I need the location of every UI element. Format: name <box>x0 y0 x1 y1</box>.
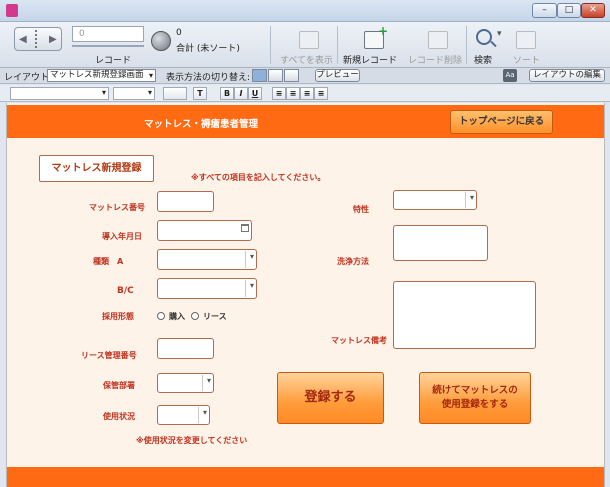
calendar-icon[interactable] <box>241 224 249 232</box>
footer-band <box>7 467 604 487</box>
header-band: マットレス・褥瘡患者管理 トップページに戻る <box>7 105 604 138</box>
italic-button[interactable]: I <box>234 87 248 100</box>
layout-label: レイアウト: <box>4 73 53 83</box>
search-icon[interactable] <box>476 29 492 45</box>
new-record-button[interactable]: 新規レコード <box>343 53 397 66</box>
font-select[interactable] <box>10 87 109 100</box>
sort-icon[interactable] <box>516 31 536 49</box>
intro-date-label: 導入年月日 <box>102 232 142 241</box>
required-notice: ※すべての項目を記入してください。 <box>191 173 326 182</box>
lease-radio[interactable] <box>191 312 199 320</box>
delete-record-icon[interactable] <box>428 31 448 49</box>
book-icon[interactable]: ◀ ▶ <box>14 27 62 51</box>
status-note: ※使用状況を変更してください <box>136 436 248 445</box>
register-button[interactable]: 登録する <box>277 372 384 424</box>
wash-label: 洗浄方法 <box>337 257 369 266</box>
show-all-icon[interactable] <box>299 31 319 49</box>
system-title: マットレス・褥瘡患者管理 <box>144 119 259 130</box>
purchase-option-label: 購入 <box>169 312 185 321</box>
text-tool-button[interactable]: T <box>193 87 207 100</box>
lease-option-label: リース <box>203 312 227 321</box>
purchase-radio[interactable] <box>157 312 165 320</box>
close-button[interactable]: ✕ <box>581 3 605 18</box>
view-form-button[interactable] <box>252 69 267 82</box>
type-a-dropdown[interactable] <box>157 249 257 270</box>
delete-record-button[interactable]: レコード削除 <box>408 53 462 66</box>
form-canvas: マットレス・褥瘡患者管理 トップページに戻る マットレス新規登録 ※すべての項目… <box>6 103 605 487</box>
total-count: 0 <box>176 28 182 38</box>
layout-bar: レイアウト: マットレス新規登録画面 表示方法の切り替え: プレビュー Aa レ… <box>0 68 610 84</box>
continue-button-line-2: 使用登録をする <box>441 399 509 410</box>
adoption-label: 採用形態 <box>102 312 134 321</box>
pie-chart-icon[interactable] <box>151 31 171 51</box>
view-as-label: 表示方法の切り替え: <box>166 73 251 83</box>
align-center-icon[interactable]: ≡ <box>286 87 300 100</box>
title-bar: – □ ✕ <box>0 0 610 22</box>
lease-no-label: リース管理番号 <box>81 351 137 360</box>
maximize-button[interactable]: □ <box>557 3 581 18</box>
intro-date-input[interactable] <box>157 220 252 241</box>
preview-button[interactable]: プレビュー <box>315 69 360 82</box>
mattress-no-input[interactable] <box>157 191 214 212</box>
mattress-no-label: マットレス番号 <box>89 203 145 212</box>
formatting-bar: T B I U ≡ ≡ ≡ ≡ <box>0 85 610 102</box>
align-left-icon[interactable]: ≡ <box>272 87 286 100</box>
dept-dropdown[interactable] <box>157 373 214 393</box>
search-button[interactable]: 検索 <box>474 53 492 66</box>
minimize-button[interactable]: – <box>532 3 557 18</box>
text-color-icon[interactable] <box>163 87 187 100</box>
total-sort-label: 合計 (未ソート) <box>176 44 240 54</box>
sort-button[interactable]: ソート <box>513 53 540 66</box>
status-toolbar: ◀ ▶ 0 レコード 0 合計 (未ソート) すべてを表示 新規レコード レコー… <box>0 22 610 68</box>
bc-dropdown[interactable] <box>157 278 257 299</box>
type-a-label: 種類 A <box>93 257 124 266</box>
new-record-icon[interactable] <box>364 24 388 49</box>
remarks-textarea[interactable] <box>393 281 536 349</box>
align-justify-icon[interactable]: ≡ <box>314 87 328 100</box>
record-number-field[interactable]: 0 <box>72 26 144 42</box>
record-slider[interactable] <box>72 45 144 47</box>
dept-label: 保管部署 <box>103 381 135 390</box>
font-size-select[interactable] <box>113 87 155 100</box>
back-to-top-button[interactable]: トップページに戻る <box>450 110 553 134</box>
layout-select-value: マットレス新規登録画面 <box>50 70 144 80</box>
bold-button[interactable]: B <box>220 87 234 100</box>
layout-select[interactable]: マットレス新規登録画面 <box>47 69 156 82</box>
status-label: 使用状況 <box>103 412 135 421</box>
lease-no-input[interactable] <box>157 338 214 359</box>
remarks-label: マットレス備考 <box>331 336 387 345</box>
record-label: レコード <box>95 56 132 66</box>
feature-label: 特性 <box>353 205 369 214</box>
view-list-button[interactable] <box>268 69 283 82</box>
align-right-icon[interactable]: ≡ <box>300 87 314 100</box>
app-icon <box>6 4 18 17</box>
edit-layout-button[interactable]: レイアウトの編集 <box>529 69 605 82</box>
continue-button-line-1: 続けてマットレスの <box>432 385 518 396</box>
bc-label: B/C <box>117 286 134 296</box>
continue-usage-button[interactable]: 続けてマットレスの 使用登録をする <box>419 372 531 424</box>
underline-button[interactable]: U <box>248 87 262 100</box>
view-table-button[interactable] <box>284 69 299 82</box>
feature-dropdown[interactable] <box>393 190 477 210</box>
status-dropdown[interactable] <box>157 405 210 425</box>
wash-input[interactable] <box>393 225 488 261</box>
form-title: マットレス新規登録 <box>39 155 154 182</box>
aa-icon[interactable]: Aa <box>503 69 517 82</box>
show-all-button[interactable]: すべてを表示 <box>280 53 333 66</box>
